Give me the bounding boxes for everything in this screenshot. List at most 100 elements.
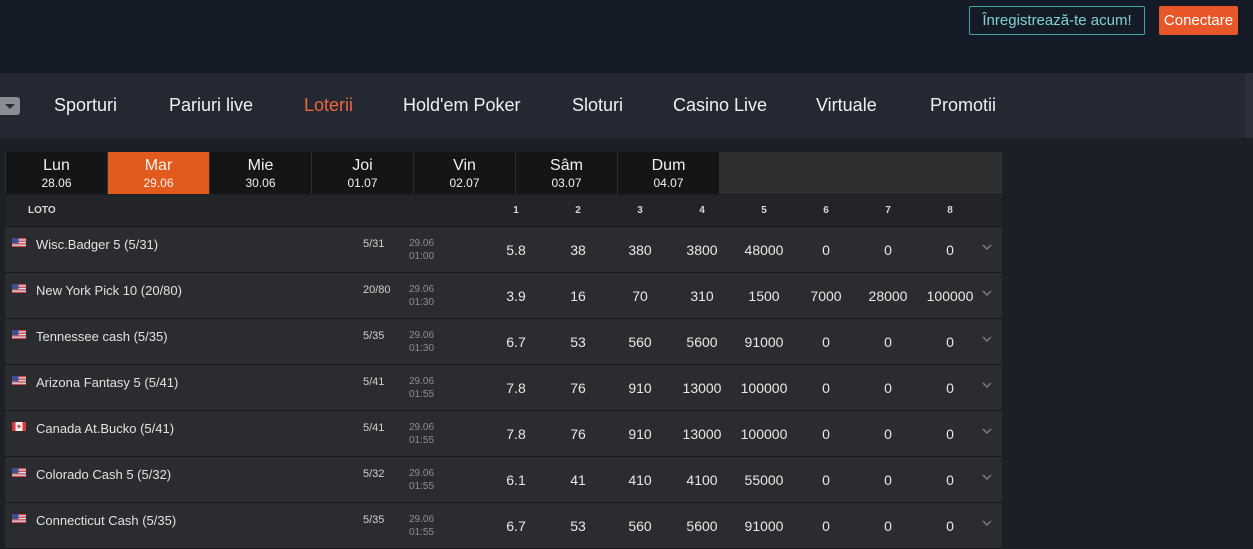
odds-cell[interactable]: 0 [860, 334, 916, 350]
odds-cell[interactable]: 7.8 [488, 426, 544, 442]
odds-cell[interactable]: 310 [674, 288, 730, 304]
odds-cell[interactable]: 13000 [674, 426, 730, 442]
lottery-name[interactable]: Wisc.Badger 5 (5/31) [36, 237, 158, 252]
draw-datetime: 29.06 01:55 [409, 421, 434, 447]
day-date: 30.06 [245, 176, 276, 190]
odds-cell[interactable]: 1500 [736, 288, 792, 304]
odds-cell[interactable]: 6.1 [488, 472, 544, 488]
chevron-down-icon[interactable] [980, 470, 994, 484]
lottery-name[interactable]: Connecticut Cash (5/35) [36, 513, 176, 528]
lottery-name[interactable]: Tennessee cash (5/35) [36, 329, 168, 344]
odds-cell[interactable]: 76 [550, 380, 606, 396]
chevron-down-icon[interactable] [980, 424, 994, 438]
page-scrollbar[interactable] [1245, 138, 1253, 542]
day-tab-vin[interactable]: Vin 02.07 [414, 152, 515, 194]
odds-cell[interactable]: 0 [922, 380, 978, 396]
odds-cell[interactable]: 0 [860, 242, 916, 258]
odds-cell[interactable]: 55000 [736, 472, 792, 488]
day-tab-mie[interactable]: Mie 30.06 [210, 152, 311, 194]
odds-cell[interactable]: 38 [550, 242, 606, 258]
odds-cell[interactable]: 3.9 [488, 288, 544, 304]
nav-item-pariuri-live[interactable]: Pariuri live [169, 95, 253, 116]
lottery-name[interactable]: Canada At.Bucko (5/41) [36, 421, 174, 436]
day-tab-lun[interactable]: Lun 28.06 [6, 152, 107, 194]
odds-cell[interactable]: 0 [922, 518, 978, 534]
table-row[interactable]: Wisc.Badger 5 (5/31) 5/31 29.06 01:00 5.8 38 3… [5, 227, 1002, 273]
odds-cell[interactable]: 0 [860, 380, 916, 396]
login-button[interactable]: Conectare [1159, 6, 1238, 35]
nav-item-sporturi[interactable]: Sporturi [54, 95, 117, 116]
chevron-down-icon[interactable] [980, 240, 994, 254]
odds-cell[interactable]: 0 [798, 334, 854, 350]
odds-cell[interactable]: 910 [612, 380, 668, 396]
odds-cell[interactable]: 0 [798, 426, 854, 442]
odds-cell[interactable]: 70 [612, 288, 668, 304]
nav-item-loterii[interactable]: Loterii [304, 95, 353, 116]
odds-cell[interactable]: 380 [612, 242, 668, 258]
odds-cell[interactable]: 6.7 [488, 518, 544, 534]
odds-cell[interactable]: 6.7 [488, 334, 544, 350]
table-row[interactable]: Arizona Fantasy 5 (5/41) 5/41 29.06 01:55 7.… [5, 365, 1002, 411]
table-row[interactable]: Colorado Cash 5 (5/32) 5/32 29.06 01:55 6.1 4… [5, 457, 1002, 503]
odds-cell[interactable]: 3800 [674, 242, 730, 258]
odds-cell[interactable]: 410 [612, 472, 668, 488]
table-row[interactable]: Tennessee cash (5/35) 5/35 29.06 01:30 6.7 53… [5, 319, 1002, 365]
nav-item-casino-live[interactable]: Casino Live [673, 95, 767, 116]
lottery-name[interactable]: Colorado Cash 5 (5/32) [36, 467, 171, 482]
nav-item-virtuale[interactable]: Virtuale [816, 95, 877, 116]
nav-item-promotii[interactable]: Promotii [930, 95, 996, 116]
chevron-down-icon[interactable] [980, 332, 994, 346]
odds-cell[interactable]: 53 [550, 334, 606, 350]
odds-cell[interactable]: 48000 [736, 242, 792, 258]
odds-cell[interactable]: 0 [798, 518, 854, 534]
odds-cell[interactable]: 7.8 [488, 380, 544, 396]
odds-cell[interactable]: 100000 [736, 380, 792, 396]
odds-cell[interactable]: 5600 [674, 334, 730, 350]
odds-cell[interactable]: 560 [612, 518, 668, 534]
odds-cell[interactable]: 100000 [922, 288, 978, 304]
chevron-down-icon[interactable] [980, 286, 994, 300]
odds-cell[interactable]: 0 [798, 380, 854, 396]
odds-cell[interactable]: 16 [550, 288, 606, 304]
table-row[interactable]: Connecticut Cash (5/35) 5/35 29.06 01:55 6.7… [5, 503, 1002, 549]
nav-item-holdem-poker[interactable]: Hold'em Poker [403, 95, 520, 116]
odds-cell[interactable]: 91000 [736, 334, 792, 350]
odds-cell[interactable]: 910 [612, 426, 668, 442]
odds-cell[interactable]: 41 [550, 472, 606, 488]
odds-cell[interactable]: 53 [550, 518, 606, 534]
odds-cell[interactable]: 0 [922, 472, 978, 488]
day-tab-joi[interactable]: Joi 01.07 [312, 152, 413, 194]
chevron-down-icon[interactable] [980, 516, 994, 530]
odds-cell[interactable]: 560 [612, 334, 668, 350]
odds-cell[interactable]: 100000 [736, 426, 792, 442]
odds-cell[interactable]: 0 [860, 518, 916, 534]
lottery-name[interactable]: New York Pick 10 (20/80) [36, 283, 182, 298]
odds-cell[interactable]: 0 [922, 242, 978, 258]
table-row[interactable]: New York Pick 10 (20/80) 20/80 29.06 01:30 3… [5, 273, 1002, 319]
day-tab-sam[interactable]: Sâm 03.07 [516, 152, 617, 194]
section-label: LOTO [28, 205, 56, 216]
day-tab-mar[interactable]: Mar 29.06 [108, 152, 209, 194]
odds-cell[interactable]: 0 [798, 472, 854, 488]
odds-cell[interactable]: 28000 [860, 288, 916, 304]
odds-cell[interactable]: 76 [550, 426, 606, 442]
table-row[interactable]: Canada At.Bucko (5/41) 5/41 29.06 01:55 7.8 7… [5, 411, 1002, 457]
day-name: Lun [43, 157, 70, 174]
odds-cell[interactable]: 7000 [798, 288, 854, 304]
odds-cell[interactable]: 0 [860, 426, 916, 442]
day-tab-dum[interactable]: Dum 04.07 [618, 152, 719, 194]
odds-cell[interactable]: 5.8 [488, 242, 544, 258]
chevron-down-icon[interactable] [980, 378, 994, 392]
odds-cell[interactable]: 0 [860, 472, 916, 488]
odds-cell[interactable]: 0 [922, 334, 978, 350]
odds-cell[interactable]: 5600 [674, 518, 730, 534]
odds-cell[interactable]: 0 [798, 242, 854, 258]
odds-cell[interactable]: 4100 [674, 472, 730, 488]
lottery-name[interactable]: Arizona Fantasy 5 (5/41) [36, 375, 178, 390]
nav-item-sloturi[interactable]: Sloturi [572, 95, 623, 116]
odds-cell[interactable]: 0 [922, 426, 978, 442]
nav-toggle-button[interactable] [0, 97, 20, 115]
odds-cell[interactable]: 13000 [674, 380, 730, 396]
odds-cell[interactable]: 91000 [736, 518, 792, 534]
register-button[interactable]: Înregistrează-te acum! [969, 6, 1145, 35]
